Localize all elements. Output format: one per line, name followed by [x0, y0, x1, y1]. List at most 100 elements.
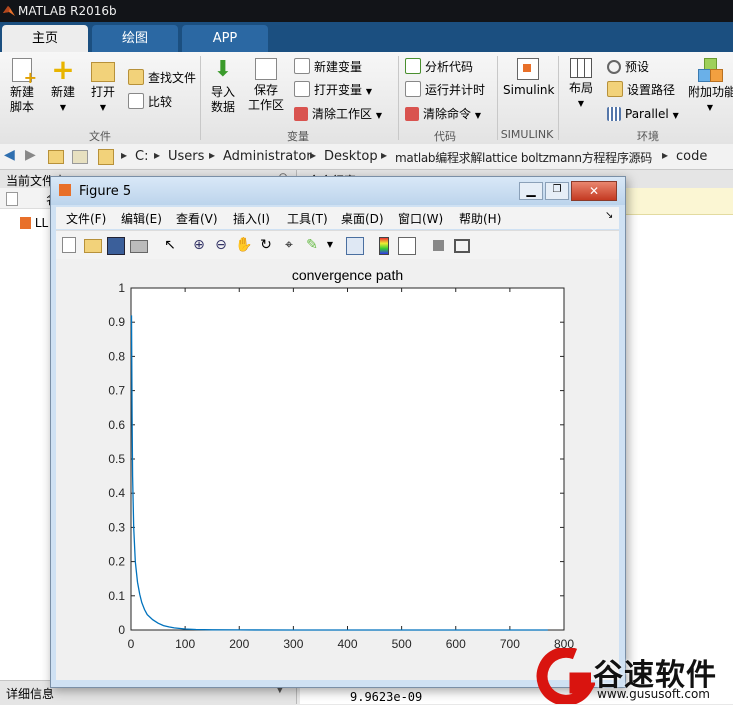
brush-icon[interactable]: ✎	[304, 237, 320, 253]
matlab-figure-icon	[59, 184, 71, 196]
chevron-down-icon: ▼	[375, 111, 382, 120]
new-button[interactable]: + 新建 ▼	[46, 53, 80, 115]
breadcrumb-item[interactable]: Administrator	[223, 149, 312, 164]
menu-tools[interactable]: 工具(T)	[287, 210, 328, 227]
breadcrumb-item[interactable]: code	[676, 149, 707, 164]
open-variable-label: 打开变量	[314, 83, 363, 97]
breadcrumb-item[interactable]: C:	[135, 149, 148, 164]
show-plot-tools-icon[interactable]	[454, 239, 470, 253]
tab-plots[interactable]: 绘图	[92, 25, 178, 52]
clear-commands-icon	[405, 107, 419, 121]
save-workspace-button[interactable]: 保存 工作区	[246, 58, 286, 113]
new-script-button[interactable]: + 新建 脚本	[4, 58, 40, 115]
open-button[interactable]: 打开 ▼	[86, 58, 120, 115]
addons-button[interactable]: 附加功能 ▼	[688, 58, 733, 115]
menu-edit[interactable]: 编辑(E)	[121, 210, 162, 227]
clear-commands-label: 清除命令	[423, 107, 472, 121]
clear-commands-button[interactable]: 清除命令 ▼	[405, 105, 481, 123]
menu-view[interactable]: 查看(V)	[176, 210, 218, 227]
back-arrow-icon[interactable]: ◀	[4, 147, 15, 163]
parallel-button[interactable]: Parallel ▼	[607, 105, 679, 123]
up-folder-icon[interactable]	[48, 150, 64, 164]
breadcrumb-separator-icon: ▸	[662, 148, 669, 162]
parallel-label: Parallel	[625, 107, 669, 121]
menu-help[interactable]: 帮助(H)	[459, 210, 501, 227]
analyze-code-button[interactable]: 分析代码	[405, 58, 473, 76]
simulink-button[interactable]: Simulink	[503, 58, 555, 98]
preferences-button[interactable]: 预设	[607, 58, 649, 76]
list-item[interactable]: LL	[20, 216, 48, 230]
layout-icon	[570, 58, 592, 78]
y-tick-label: 1	[118, 281, 125, 295]
simulink-icon	[517, 58, 539, 80]
legend-icon[interactable]	[398, 237, 416, 255]
run-and-time-button[interactable]: 运行并计时	[405, 81, 485, 99]
colorbar-icon[interactable]	[379, 237, 389, 255]
zoom-in-icon[interactable]: ⊕	[191, 237, 207, 253]
menu-desktop[interactable]: 桌面(D)	[341, 210, 384, 227]
chevron-down-icon: ▼	[672, 111, 679, 120]
pan-hand-icon[interactable]: ✋	[235, 237, 252, 253]
set-path-button[interactable]: 设置路径	[607, 81, 675, 99]
find-files-label: 查找文件	[148, 71, 197, 85]
folder-icon	[98, 149, 114, 165]
undock-arrow-icon[interactable]: ↘	[605, 210, 613, 221]
open-label: 打开	[90, 85, 115, 99]
x-tick-label: 300	[283, 637, 303, 651]
open-variable-icon	[294, 81, 310, 97]
group-code-label: 代码	[434, 130, 456, 143]
breadcrumb-item[interactable]: Desktop	[324, 149, 378, 164]
clear-workspace-label: 清除工作区	[312, 107, 373, 121]
figure-window[interactable]: Figure 5 ▁ ❐ ✕ 文件(F) 编辑(E) 查看(V) 插入(I) 工…	[50, 176, 626, 688]
data-cursor-icon[interactable]: ⌖	[281, 237, 297, 253]
figure-title-bar[interactable]: Figure 5 ▁ ❐ ✕	[51, 177, 625, 205]
browse-folder-icon[interactable]	[72, 150, 88, 164]
x-tick-label: 200	[229, 637, 249, 651]
app-title-bar: MATLAB R2016b	[0, 0, 733, 22]
hide-plot-tools-icon[interactable]	[433, 240, 444, 251]
new-script-label: 新建 脚本	[9, 85, 34, 114]
chevron-down-icon[interactable]: ▼	[322, 237, 338, 253]
preferences-label: 预设	[625, 60, 650, 74]
menu-window[interactable]: 窗口(W)	[398, 210, 443, 227]
plot-area	[130, 287, 565, 631]
chevron-down-icon: ▼	[99, 103, 107, 112]
compare-button[interactable]: 比较	[128, 93, 172, 111]
import-data-button[interactable]: ⬇ 导入 数据	[206, 58, 240, 115]
menu-insert[interactable]: 插入(I)	[233, 210, 270, 227]
maximize-button[interactable]: ❐	[545, 182, 569, 200]
forward-arrow-icon[interactable]: ▶	[25, 147, 36, 163]
rotate-3d-icon[interactable]: ↻	[258, 237, 274, 253]
save-icon[interactable]	[107, 237, 125, 255]
minimize-button[interactable]: ▁	[519, 182, 543, 200]
clear-workspace-button[interactable]: 清除工作区 ▼	[294, 105, 382, 123]
open-file-icon[interactable]	[84, 239, 102, 253]
y-tick-label: 0.1	[108, 589, 125, 603]
simulink-label: Simulink	[503, 83, 555, 97]
gear-icon	[607, 60, 621, 74]
layout-label: 布局	[568, 81, 593, 95]
breadcrumb-item[interactable]: Users	[168, 149, 204, 164]
new-figure-icon[interactable]	[62, 237, 76, 253]
addons-label: 附加功能	[688, 85, 733, 99]
open-variable-button[interactable]: 打开变量 ▼	[294, 81, 372, 99]
cursor-arrow-icon[interactable]: ↖	[162, 237, 178, 253]
link-plot-icon[interactable]	[346, 237, 364, 255]
new-variable-button[interactable]: 新建变量	[294, 58, 362, 76]
tab-apps[interactable]: APP	[182, 25, 268, 52]
find-files-button[interactable]: 查找文件	[128, 69, 196, 87]
figure-menu-bar: 文件(F) 编辑(E) 查看(V) 插入(I) 工具(T) 桌面(D) 窗口(W…	[56, 207, 619, 229]
menu-file[interactable]: 文件(F)	[66, 210, 106, 227]
group-env-label: 环境	[637, 130, 659, 143]
chevron-down-icon: ▼	[706, 103, 714, 112]
layout-button[interactable]: 布局 ▼	[564, 58, 598, 111]
compare-icon	[128, 93, 144, 109]
print-icon[interactable]	[130, 240, 148, 253]
plus-icon: +	[51, 53, 75, 86]
tab-home[interactable]: 主页	[2, 25, 88, 52]
breadcrumb-item[interactable]: matlab编程求解lattice boltzmann方程程序源码	[395, 149, 652, 166]
close-button[interactable]: ✕	[571, 181, 617, 201]
y-tick-label: 0.4	[108, 486, 125, 500]
zoom-out-icon[interactable]: ⊖	[213, 237, 229, 253]
analyze-code-icon	[405, 58, 421, 74]
